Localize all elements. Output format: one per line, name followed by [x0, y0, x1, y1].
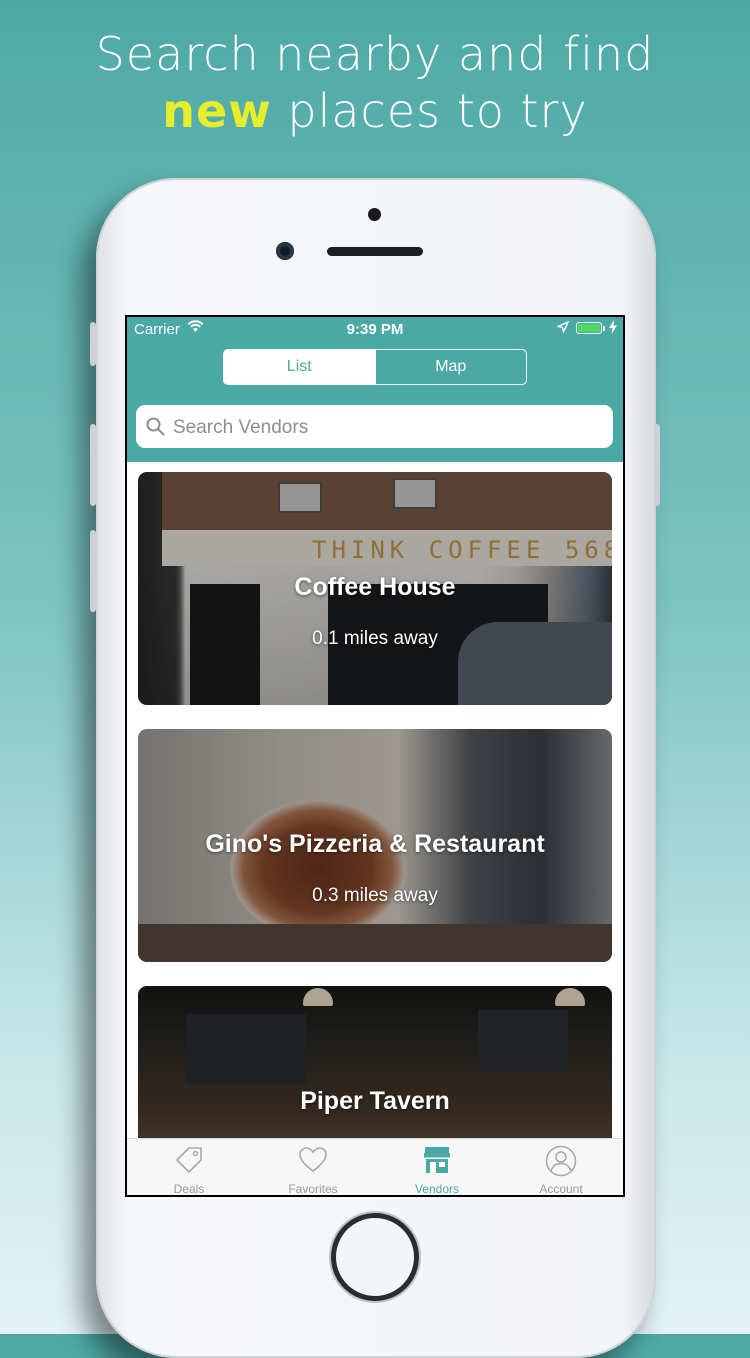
- tab-bar: Deals Favorites Vendors Account: [127, 1138, 623, 1196]
- list-map-toggle: List Map: [223, 349, 527, 385]
- location-arrow-icon: [555, 320, 570, 337]
- search-input[interactable]: [171, 405, 605, 450]
- vendor-name: Gino's Pizzeria & Restaurant: [205, 830, 545, 858]
- nav-header: Carrier 9:39 PM List Map: [127, 317, 623, 462]
- battery-tip: [603, 326, 605, 331]
- person-icon: [545, 1145, 577, 1177]
- headline-line-1: Search nearby and find: [95, 27, 655, 81]
- proximity-sensor: [368, 208, 381, 221]
- vendor-distance: 0.1 miles away: [312, 628, 438, 649]
- search-icon: [146, 417, 165, 441]
- clock: 9:39 PM: [346, 321, 404, 338]
- tab-label: Vendors: [414, 1182, 460, 1196]
- promo-headline: Search nearby and find new places to try: [0, 26, 750, 140]
- status-bar: Carrier 9:39 PM: [127, 317, 623, 341]
- tab-account[interactable]: Account: [499, 1139, 623, 1196]
- earpiece-speaker: [327, 247, 423, 256]
- vendor-card-piper-tavern[interactable]: Piper Tavern: [138, 986, 612, 1138]
- home-button[interactable]: [331, 1213, 419, 1301]
- app-screen: Carrier 9:39 PM List Map Search Vendors …: [125, 315, 625, 1197]
- search-bar: [136, 405, 613, 450]
- vendor-card-ginos-pizzeria[interactable]: Gino's Pizzeria & Restaurant 0.3 miles a…: [138, 729, 612, 962]
- power-button: [654, 424, 660, 506]
- headline-line-2: new places to try: [0, 83, 750, 140]
- tab-deals[interactable]: Deals: [127, 1139, 251, 1196]
- headline-highlight: new: [162, 84, 272, 138]
- battery-icon: [576, 322, 602, 334]
- tag-icon: [176, 1147, 202, 1173]
- headline-line-2-rest: places to try: [271, 84, 588, 138]
- front-camera: [276, 242, 294, 260]
- vendor-list: THINK COFFEE 568 Coffee House 0.1 miles …: [127, 462, 623, 1138]
- vendor-name: Piper Tavern: [300, 1087, 450, 1115]
- tab-label: Deals: [173, 1182, 205, 1196]
- mute-switch: [90, 322, 96, 366]
- map-tab[interactable]: Map: [374, 350, 527, 384]
- vendor-name: Coffee House: [294, 573, 456, 601]
- charging-bolt-icon: [609, 320, 617, 338]
- list-tab[interactable]: List: [224, 350, 375, 384]
- vendor-distance: 0.3 miles away: [312, 885, 438, 906]
- volume-up-button: [90, 424, 96, 506]
- storefront-icon: [424, 1147, 450, 1173]
- tab-label: Account: [539, 1182, 583, 1196]
- volume-down-button: [90, 530, 96, 612]
- vendor-card-coffee-house[interactable]: THINK COFFEE 568 Coffee House 0.1 miles …: [138, 472, 612, 705]
- tab-favorites[interactable]: Favorites: [251, 1139, 375, 1196]
- tab-label: Favorites: [288, 1182, 338, 1196]
- tab-vendors[interactable]: Vendors: [375, 1139, 499, 1196]
- heart-icon: [299, 1147, 327, 1172]
